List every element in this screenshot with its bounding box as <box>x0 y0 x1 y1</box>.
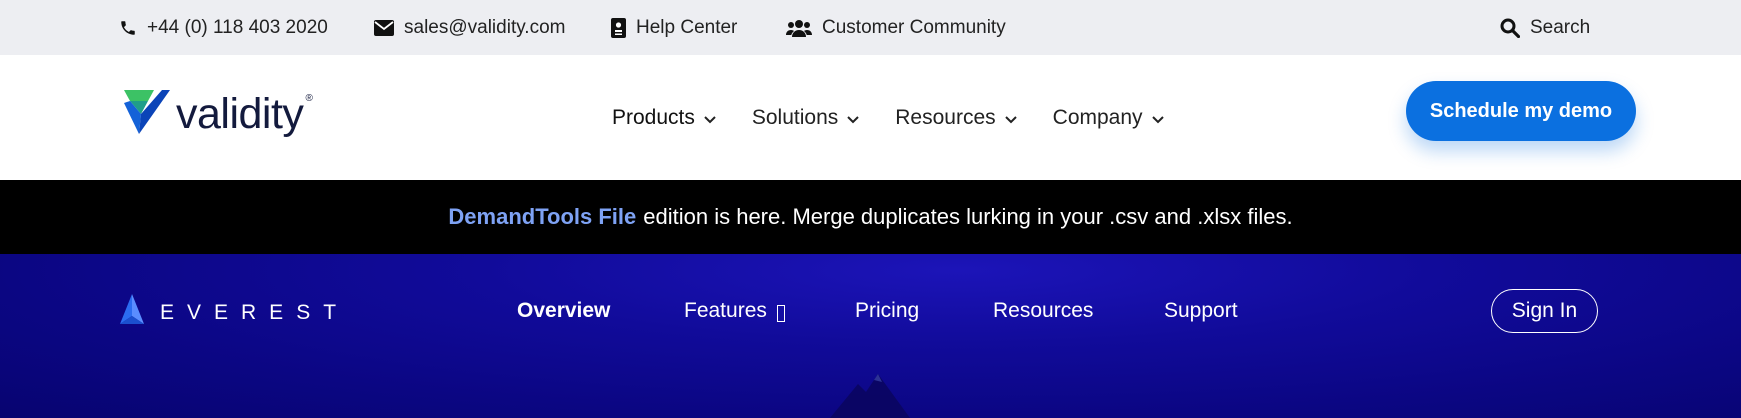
everest-nav-features[interactable]: Features <box>684 299 785 323</box>
sign-in-button[interactable]: Sign In <box>1491 289 1598 333</box>
validity-logo-text: validity <box>176 90 304 138</box>
nav-label: Resources <box>895 105 996 129</box>
email-address: sales@validity.com <box>404 16 566 38</box>
validity-logo-mark <box>124 90 170 139</box>
chevron-down-icon <box>1151 106 1164 130</box>
everest-nav-pricing[interactable]: Pricing <box>855 299 919 323</box>
mail-icon <box>374 19 394 36</box>
registered-mark: ® <box>305 93 313 104</box>
nav-company[interactable]: Company <box>1053 106 1164 130</box>
users-icon <box>786 19 812 37</box>
chevron-down-icon <box>1004 106 1017 130</box>
help-center-link[interactable]: Help Center <box>611 0 737 55</box>
mountain-graphic <box>830 366 910 418</box>
nav-label: Company <box>1052 105 1143 129</box>
phone-number: +44 (0) 118 403 2020 <box>147 16 328 38</box>
main-nav: Products Solutions Resources Company <box>612 55 1200 180</box>
search-icon <box>1500 18 1520 38</box>
help-book-icon <box>611 17 626 38</box>
everest-nav: Overview Features Pricing Resources Supp… <box>0 254 1741 368</box>
chevron-down-icon <box>847 106 859 130</box>
nav-label: Products <box>612 105 695 129</box>
search-label: Search <box>1530 16 1591 38</box>
nav-solutions[interactable]: Solutions <box>752 106 859 130</box>
everest-nav-resources[interactable]: Resources <box>993 299 1093 323</box>
main-header: validity ® Products Solutions Resources … <box>0 55 1741 180</box>
community-label: Customer Community <box>822 16 1006 38</box>
everest-section: EVEREST Overview Features Pricing Resour… <box>0 254 1741 418</box>
announcement-text: edition is here. Merge duplicates lurkin… <box>643 204 1293 229</box>
chevron-down-icon <box>704 106 716 130</box>
phone-icon <box>119 19 137 37</box>
validity-logo[interactable]: validity ® <box>124 90 313 139</box>
announcement-link[interactable]: DemandTools File <box>448 204 636 230</box>
search-button[interactable]: Search <box>1500 0 1590 55</box>
nav-label: Features <box>684 299 767 322</box>
help-center-label: Help Center <box>636 16 738 38</box>
dropdown-box-icon <box>776 304 785 322</box>
utility-bar: +44 (0) 118 403 2020 sales@validity.com … <box>0 0 1741 55</box>
phone-link[interactable]: +44 (0) 118 403 2020 <box>119 0 328 55</box>
everest-nav-support[interactable]: Support <box>1164 299 1238 323</box>
everest-nav-overview[interactable]: Overview <box>517 299 610 323</box>
nav-products[interactable]: Products <box>612 106 716 130</box>
nav-resources[interactable]: Resources <box>895 105 1017 130</box>
schedule-demo-button[interactable]: Schedule my demo <box>1406 81 1636 141</box>
nav-label: Solutions <box>751 105 839 129</box>
email-link[interactable]: sales@validity.com <box>374 0 565 55</box>
community-link[interactable]: Customer Community <box>786 0 1006 55</box>
announcement-bar: DemandTools File edition is here. Merge … <box>0 180 1741 254</box>
